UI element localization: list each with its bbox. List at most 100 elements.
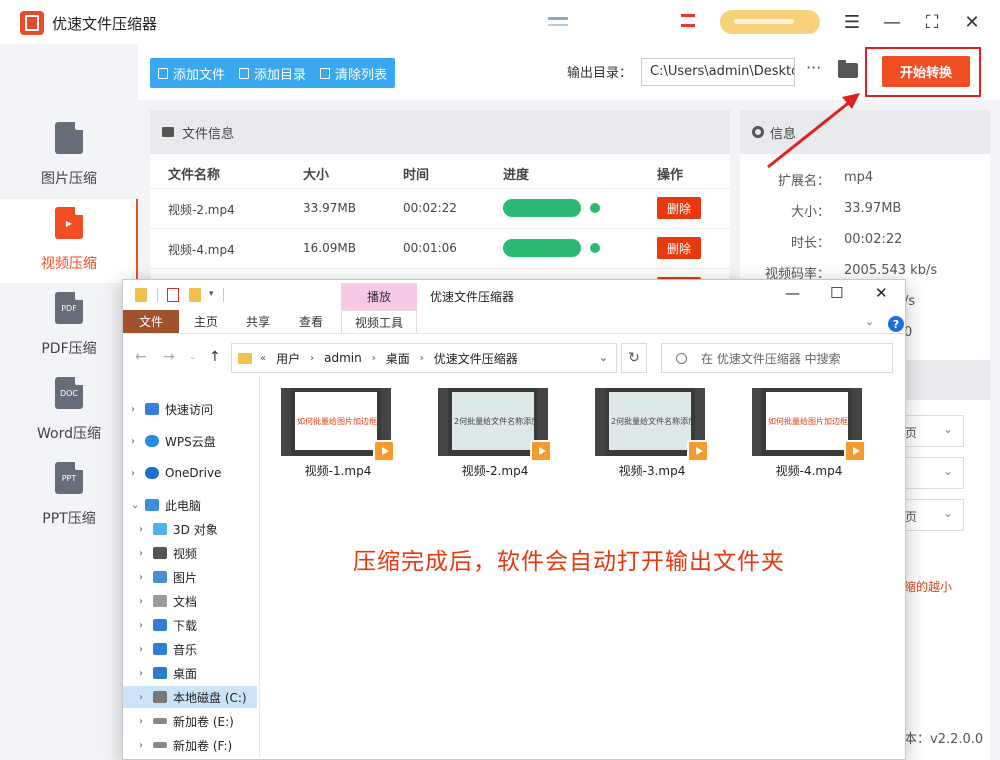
sidebar-item-pdf[interactable]: PDF PDF压缩	[0, 284, 138, 368]
minimize-icon[interactable]: —	[880, 10, 904, 34]
tree-item-this-pc[interactable]: ⌄ 此电脑	[131, 494, 201, 516]
tree-item-pictures[interactable]: › 图片	[139, 566, 197, 588]
up-icon[interactable]: ↑	[209, 349, 221, 365]
help-icon[interactable]: ?	[888, 316, 904, 332]
clear-list-button[interactable]: 清除列表	[320, 64, 387, 83]
video-file-item[interactable]: 如何批量给图片加边框? 视频-4.mp4	[744, 388, 874, 484]
close-icon[interactable]: ✕	[960, 10, 984, 34]
drive-f-icon	[153, 742, 167, 748]
properties-icon[interactable]	[167, 288, 179, 302]
video-file-icon: ▶	[55, 207, 83, 239]
tree-item-downloads[interactable]: › 下载	[139, 614, 197, 636]
start-convert-button[interactable]: 开始转换	[882, 56, 970, 87]
breadcrumb-item[interactable]: admin	[324, 351, 362, 365]
film-strip	[438, 388, 448, 456]
more-button[interactable]: ···	[806, 58, 821, 77]
thumbnail-screen: 如何批量给图片加边框?	[295, 392, 377, 450]
thumbnail-screen: 2何批量给文件名称添加序号	[452, 392, 534, 450]
chevron-right-icon: ›	[131, 435, 135, 447]
chevron-right-icon: ›	[310, 352, 315, 364]
tree-item-documents[interactable]: › 文档	[139, 590, 197, 612]
tree-label: 3D 对象	[173, 522, 218, 537]
video-thumbnail: 2何批量给文件名称添加序号	[595, 388, 709, 462]
breadcrumb-item[interactable]: 用户	[276, 350, 300, 367]
sidebar-item-ppt[interactable]: PPT PPT压缩	[0, 454, 138, 538]
annotation-note: 压缩完成后，软件会自动打开输出文件夹	[353, 549, 785, 575]
sidebar-item-label: 视频压缩	[41, 256, 97, 272]
open-folder-icon[interactable]	[838, 60, 858, 78]
customize-dropdown-icon[interactable]: ▾	[209, 289, 221, 303]
vip-pill[interactable]	[720, 10, 820, 34]
version-label: 本：v2.2.0.0	[904, 732, 984, 747]
tree-item-3d[interactable]: › 3D 对象	[139, 518, 218, 540]
chevron-right-icon: ›	[139, 619, 143, 631]
output-dir-field[interactable]: C:\Users\admin\Desktop	[641, 58, 795, 86]
tree-item-drive-e[interactable]: › 新加卷 (E:)	[139, 710, 234, 732]
maximize-icon[interactable]: ☐	[830, 284, 843, 302]
add-file-button[interactable]: 添加文件	[158, 64, 225, 83]
chevron-down-icon[interactable]: ⌄	[599, 351, 608, 364]
tree-item-desktop[interactable]: › 桌面	[139, 662, 197, 684]
sidebar-item-video[interactable]: ▶ 视频压缩	[0, 199, 138, 283]
tree-item-drive-c[interactable]: › 本地磁盘 (C:)	[123, 686, 257, 708]
tree-item-music[interactable]: › 音乐	[139, 638, 197, 660]
tab-home[interactable]: 主页	[181, 310, 231, 333]
tree-item-quick-access[interactable]: › 快速访问	[131, 398, 213, 420]
film-strip	[281, 388, 291, 456]
info-value: 2005.543 kb/s	[844, 263, 938, 278]
video-file-item[interactable]: 2何批量给文件名称添加序号 视频-3.mp4	[587, 388, 717, 484]
delete-button[interactable]: 删除	[657, 237, 701, 259]
refresh-icon[interactable]: ↻	[621, 343, 647, 373]
image-icon	[162, 127, 174, 137]
separator	[223, 288, 224, 302]
tree-label: 本地磁盘 (C:)	[173, 690, 247, 705]
tree-item-onedrive[interactable]: › OneDrive	[131, 462, 221, 484]
breadcrumb-item[interactable]: 桌面	[386, 350, 410, 367]
ribbon-expand-icon[interactable]: ⌄	[865, 315, 874, 328]
video-thumbnail: 如何批量给图片加边框?	[281, 388, 395, 462]
delete-button[interactable]: 删除	[657, 197, 701, 219]
title-decoration-icon	[548, 17, 568, 26]
video-thumbnail: 2何批量给文件名称添加序号	[438, 388, 552, 462]
divider	[259, 376, 260, 760]
tab-video-tools[interactable]: 视频工具	[341, 310, 417, 333]
back-icon[interactable]: ←	[135, 349, 147, 365]
sidebar: 图片压缩 ▶ 视频压缩 PDF PDF压缩 DOC Word压缩 PPT PPT…	[0, 44, 138, 760]
tree-item-drive-f[interactable]: › 新加卷 (F:)	[139, 734, 232, 756]
file-time: 00:01:06	[403, 241, 457, 255]
overflow-icon[interactable]: «	[260, 353, 266, 364]
tab-view[interactable]: 查看	[286, 310, 336, 333]
add-dir-button[interactable]: 添加目录	[239, 64, 306, 83]
explorer-title: 优速文件压缩器	[430, 290, 515, 304]
sidebar-item-label: Word压缩	[37, 426, 101, 442]
maximize-icon[interactable]: ⛶	[920, 10, 944, 34]
progress-bar	[503, 239, 581, 257]
breadcrumb-item[interactable]: 优速文件压缩器	[434, 350, 518, 367]
video-file-item[interactable]: 如何批量给图片加边框? 视频-1.mp4	[273, 388, 403, 484]
video-folder-icon	[153, 547, 167, 559]
tab-share[interactable]: 共享	[233, 310, 283, 333]
sidebar-item-image[interactable]: 图片压缩	[0, 114, 138, 198]
play-context-tab[interactable]: 播放	[341, 283, 417, 310]
new-folder-icon[interactable]	[189, 288, 201, 302]
table-row[interactable]: 视频-2.mp4 33.97MB 00:02:22 删除	[150, 188, 730, 228]
column-header-size: 大小	[303, 168, 330, 183]
drive-e-icon	[153, 718, 167, 724]
title-badge-icon	[681, 14, 695, 27]
address-bar[interactable]: « 用户 › admin › 桌面 › 优速文件压缩器 ⌄	[231, 343, 617, 373]
search-input[interactable]: 在 优速文件压缩器 中搜索	[661, 343, 893, 373]
menu-icon[interactable]: ☰	[840, 10, 864, 34]
video-file-item[interactable]: 2何批量给文件名称添加序号 视频-2.mp4	[430, 388, 560, 484]
tree-item-videos[interactable]: › 视频	[139, 542, 197, 564]
tree-item-wps[interactable]: › WPS云盘	[131, 430, 216, 452]
thumbnail-caption: 2何批量给文件名称添加序号	[454, 417, 534, 426]
tab-file[interactable]: 文件	[123, 310, 179, 333]
forward-icon[interactable]: →	[163, 349, 175, 365]
minimize-icon[interactable]: —	[785, 284, 800, 302]
table-row[interactable]: 视频-4.mp4 16.09MB 00:01:06 删除	[150, 228, 730, 268]
check-icon	[590, 243, 600, 253]
close-icon[interactable]: ✕	[875, 284, 888, 302]
recent-dropdown-icon[interactable]: ⌄	[189, 352, 197, 362]
progress-bar	[503, 199, 581, 217]
sidebar-item-word[interactable]: DOC Word压缩	[0, 369, 138, 453]
